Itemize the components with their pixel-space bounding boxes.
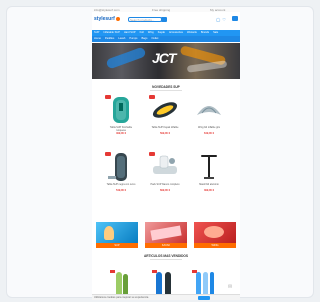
sale-badge (152, 270, 157, 273)
webpage-screenshot: info@stylesurf.com Free shipping My acco… (92, 8, 240, 300)
banner-person-image (104, 226, 114, 240)
product-image[interactable] (194, 95, 224, 125)
product-price: 599,00 € (159, 132, 171, 135)
nav-item[interactable]: Paddles (103, 36, 116, 42)
product-name[interactable]: Wing foil inflable gris (194, 126, 224, 129)
banner-caption: WING (194, 243, 236, 248)
category-banner[interactable]: KAYAK (145, 222, 187, 248)
sale-badge (105, 95, 111, 99)
nav-item[interactable]: Pumps (127, 36, 139, 42)
header-icons[interactable]: ◯♡ (216, 17, 228, 22)
site-header: stylesurf Search products... ◯♡ (92, 12, 240, 30)
banner-caption: KAYAK (145, 243, 187, 248)
sale-badge (105, 152, 111, 156)
site-logo[interactable]: stylesurf (94, 16, 120, 22)
section-divider (150, 259, 182, 260)
hero-brand: JCT (152, 50, 176, 66)
banner-caption: SUP (96, 243, 138, 248)
sale-badge (149, 152, 155, 156)
search-button[interactable] (161, 17, 167, 22)
sale-badge (149, 95, 155, 99)
product-price: 699,00 € (159, 189, 171, 192)
product-name[interactable]: Tabla SUP Kayak inflable (150, 126, 180, 129)
product-price: 549,00 € (115, 189, 127, 192)
section-divider (150, 90, 182, 91)
product-image[interactable] (106, 95, 136, 125)
product-price: 499,00 € (115, 132, 127, 135)
product-price: 649,00 € (203, 132, 215, 135)
cookie-accept-button[interactable] (198, 296, 210, 300)
heart-icon[interactable]: ♡ (222, 17, 228, 22)
hero-board-image (105, 46, 147, 70)
secondary-nav: Home Paddles Leash Pumps Bags Outlet (92, 36, 240, 42)
cookie-text: Utilizamos cookies para mejorar su exper… (94, 296, 149, 299)
product-price: 399,00 € (203, 189, 215, 192)
nav-item[interactable]: Bags (139, 36, 149, 42)
product-name[interactable]: Pack SUP blanco completo (150, 183, 180, 186)
product-image[interactable] (194, 152, 224, 182)
sale-badge (110, 270, 115, 273)
product-image[interactable] (106, 152, 136, 182)
banner-kayak-image (150, 225, 182, 241)
hero-banner[interactable]: JCT (92, 43, 240, 79)
nav-item[interactable]: Leash (116, 36, 127, 42)
category-banner[interactable]: SUP (96, 222, 138, 248)
product-name[interactable]: Tabla SUP negra con remo (106, 183, 136, 186)
search-input[interactable]: Search products... (128, 17, 162, 22)
section-title-featured: NOVEDADES SUP (152, 85, 180, 89)
category-banner[interactable]: WING (194, 222, 236, 248)
product-name[interactable]: Mastil foil aluminio (194, 183, 224, 186)
product-image[interactable] (150, 95, 180, 125)
nav-item[interactable]: Outlet (149, 36, 160, 42)
cookie-bar: Utilizamos cookies para mejorar su exper… (92, 294, 240, 300)
nav-item[interactable]: Home (92, 36, 103, 42)
banner-wing-image (204, 226, 224, 238)
chat-icon[interactable]: ✉ (228, 284, 232, 290)
product-image[interactable] (150, 152, 180, 182)
hero-board-image (186, 60, 228, 73)
sale-badge (192, 270, 197, 273)
section-title-best: ARTICULOS MAS VENDIDOS (143, 254, 189, 258)
cart-icon[interactable] (232, 16, 238, 21)
